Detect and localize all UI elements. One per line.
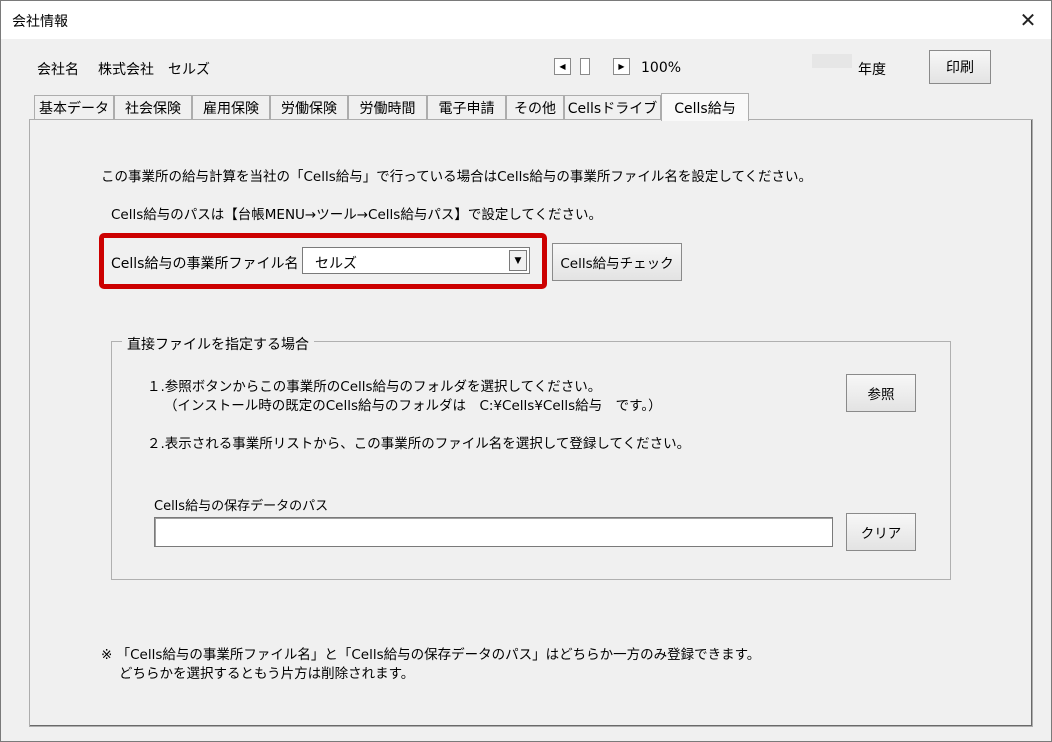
browse-button[interactable]: 参照: [846, 374, 916, 412]
chevron-down-icon[interactable]: ▼: [509, 250, 527, 271]
office-file-select[interactable]: セルズ ▼: [302, 247, 530, 274]
close-icon[interactable]: ✕: [1005, 1, 1051, 39]
save-path-input[interactable]: [154, 517, 833, 547]
direct-file-group-title: 直接ファイルを指定する場合: [122, 334, 314, 354]
intro-text: この事業所の給与計算を当社の「Cells給与」で行っている場合はCells給与の…: [101, 169, 813, 185]
company-info-window: 会社情報 ✕ 会社名 株式会社 セルズ ◀ ▶ 100% 年度 印刷 基本データ…: [0, 0, 1052, 742]
print-button[interactable]: 印刷: [929, 50, 991, 84]
footer-note-line1: ※ 「Cells給与の事業所ファイル名」と「Cells給与の保存データのパス」は…: [101, 647, 761, 663]
tab-working-hours[interactable]: 労働時間: [348, 95, 427, 120]
step1-line1: １.参照ボタンからこの事業所のCells給与のフォルダを選択してください。: [147, 379, 602, 395]
save-path-label: Cells給与の保存データのパス: [154, 499, 329, 514]
tab-labor-insurance[interactable]: 労働保険: [270, 95, 348, 120]
step2-text: ２.表示される事業所リストから、この事業所のファイル名を選択して登録してください…: [147, 436, 691, 452]
step1-line2: （インストール時の既定のCells給与のフォルダは C:¥Cells¥Cells…: [164, 398, 662, 414]
cells-payroll-check-button[interactable]: Cells給与チェック: [552, 243, 682, 281]
path-note-text: Cells給与のパスは【台帳MENU→ツール→Cells給与パス】で設定してくだ…: [111, 207, 603, 223]
zoom-level: 100%: [641, 60, 682, 76]
title-bar: 会社情報 ✕: [1, 1, 1051, 39]
window-title: 会社情報: [12, 14, 68, 30]
office-file-label: Cells給与の事業所ファイル名: [111, 256, 299, 272]
clear-button[interactable]: クリア: [846, 513, 916, 551]
tab-cells-drive[interactable]: Cellsドライブ: [564, 95, 661, 120]
company-name-value: 株式会社 セルズ: [98, 62, 210, 78]
tab-other[interactable]: その他: [506, 95, 564, 120]
year-value-box: [812, 54, 852, 68]
tab-employment-insurance[interactable]: 雇用保険: [192, 95, 270, 120]
office-file-selected-value: セルズ: [315, 256, 357, 272]
year-label: 年度: [858, 62, 886, 78]
zoom-left-arrow-icon[interactable]: ◀: [554, 58, 571, 75]
company-name-label: 会社名: [37, 62, 79, 78]
tab-social-insurance[interactable]: 社会保険: [114, 95, 192, 120]
tab-basic-data[interactable]: 基本データ: [34, 95, 114, 120]
zoom-slider-thumb[interactable]: [580, 58, 590, 75]
zoom-right-arrow-icon[interactable]: ▶: [613, 58, 630, 75]
tab-e-application[interactable]: 電子申請: [427, 95, 506, 120]
tab-cells-payroll[interactable]: Cells給与: [661, 93, 749, 121]
footer-note-line2: どちらかを選択するともう片方は削除されます。: [119, 666, 415, 682]
